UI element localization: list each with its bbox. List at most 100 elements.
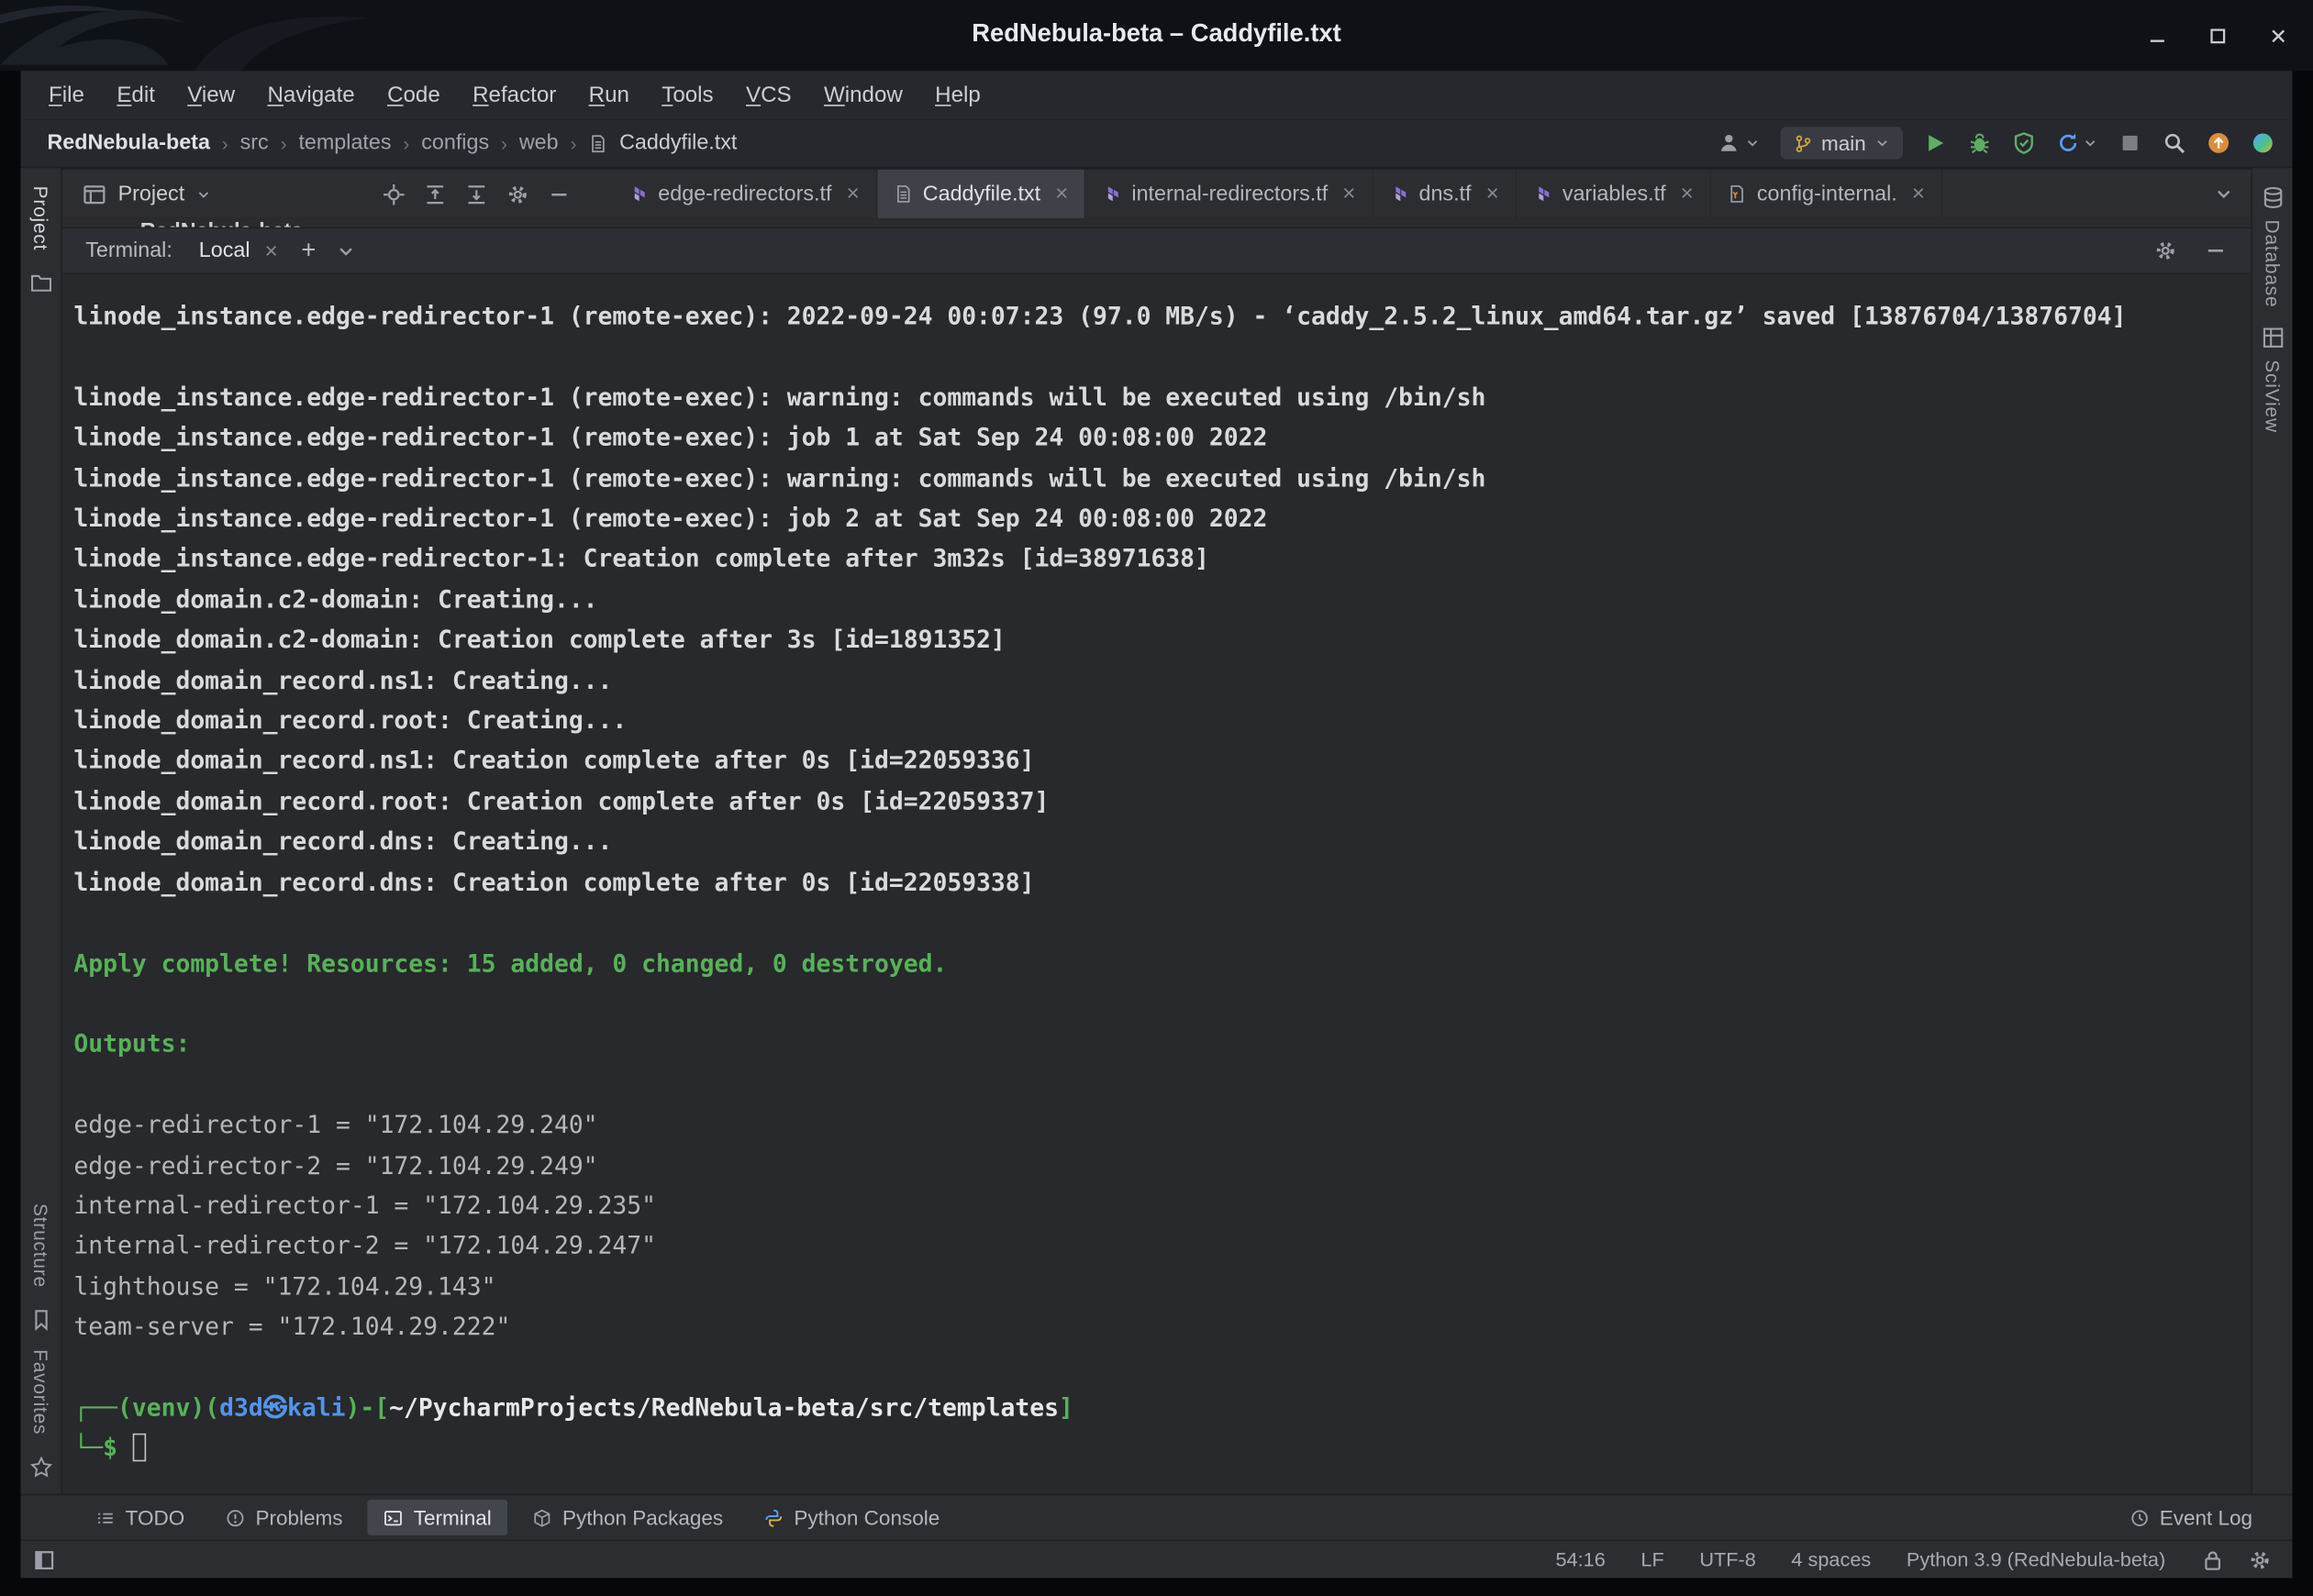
tool-button-problems[interactable]: Problems [210, 1500, 360, 1535]
close-tab-icon[interactable]: × [1912, 182, 1925, 206]
terminal-line: team-server = "172.104.29.222" [73, 1307, 2236, 1347]
toolwindow-database-button[interactable]: Database [2261, 186, 2285, 307]
git-branch-icon [1793, 134, 1812, 153]
editor-tab-caddyfile-txt[interactable]: Caddyfile.txt × [876, 169, 1086, 218]
menu-item-run[interactable]: Run [573, 77, 646, 114]
menu-item-file[interactable]: File [32, 77, 100, 114]
close-terminal-tab-icon[interactable]: × [265, 238, 278, 263]
editor-tab-variables-tf[interactable]: variables.tf × [1517, 169, 1712, 218]
terminal-settings-icon[interactable] [2153, 238, 2177, 262]
terminal-line: linode_instance.edge-redirector-1 (remot… [73, 458, 2236, 498]
tool-button-todo[interactable]: TODO [80, 1500, 201, 1535]
menu-item-vcs[interactable]: VCS [729, 77, 807, 114]
settings-gear-icon[interactable] [506, 183, 530, 206]
run-button[interactable] [1924, 131, 1948, 155]
search-everywhere-icon[interactable] [2163, 131, 2186, 155]
run-with-coverage-button[interactable] [2012, 131, 2036, 155]
caret-position[interactable]: 54:16 [1555, 1548, 1605, 1570]
terraform-file-icon [1102, 184, 1121, 204]
hidden-tabs-widget[interactable] [2214, 170, 2251, 218]
tool-button-python-packages[interactable]: Python Packages [517, 1500, 739, 1535]
hide-panel-icon[interactable] [548, 183, 572, 206]
breadcrumb-file[interactable]: Caddyfile.txt [619, 131, 737, 155]
toolwindow-project-button[interactable]: Project [29, 186, 51, 251]
git-branch-widget[interactable]: main [1780, 127, 1904, 160]
collapse-all-icon[interactable] [465, 183, 489, 206]
close-tab-icon[interactable]: × [847, 182, 860, 206]
menu-item-code[interactable]: Code [371, 77, 456, 114]
project-toolwindow-header[interactable]: Project [62, 170, 223, 218]
code-with-me-icon[interactable] [2251, 131, 2274, 155]
menu-item-help[interactable]: Help [918, 77, 996, 114]
breadcrumb: RedNebula-beta › src › templates › configs › web… [47, 131, 737, 155]
stop-button[interactable] [2118, 131, 2142, 155]
ide-update-icon[interactable] [2207, 131, 2230, 155]
tool-button-python-console[interactable]: Python Console [748, 1500, 955, 1535]
toolwindow-toggle-icon[interactable] [32, 1547, 56, 1571]
new-terminal-session-button[interactable]: + [301, 236, 316, 265]
expand-all-icon[interactable] [424, 183, 448, 206]
bookmark-icon[interactable] [28, 1308, 52, 1332]
terminal-cursor[interactable] [133, 1434, 147, 1462]
editor-tab-edge-redirectors-tf[interactable]: edge-redirectors.tf × [612, 169, 877, 218]
terminal-output[interactable]: linode_instance.edge-redirector-1 (remot… [61, 274, 2252, 1494]
menu-item-navigate[interactable]: Navigate [251, 77, 372, 114]
terminal-options-chevron-icon[interactable] [337, 241, 356, 260]
status-bar-icons [2201, 1547, 2272, 1571]
close-tab-icon[interactable]: × [1486, 182, 1499, 206]
terraform-file-icon [628, 184, 648, 204]
user-account-widget[interactable] [1717, 131, 1760, 155]
editor-tab-dns-tf[interactable]: dns.tf × [1373, 169, 1517, 218]
indent-style[interactable]: 4 spaces [1791, 1548, 1871, 1570]
menu-item-view[interactable]: View [172, 77, 251, 114]
terminal-line: linode_domain_record.root: Creating... [73, 701, 2236, 741]
folder-icon[interactable] [28, 272, 52, 295]
python-interpreter[interactable]: Python 3.9 (RedNebula-beta) [1907, 1548, 2165, 1570]
editor-tab-internal-redirectors-tf[interactable]: internal-redirectors.tf × [1086, 169, 1373, 218]
chevron-down-icon [1744, 136, 1759, 150]
close-tab-icon[interactable]: × [1342, 182, 1355, 206]
breadcrumb-item-src[interactable]: src [240, 131, 269, 155]
terminal-text: linode_domain.c2-domain: Creation comple… [73, 626, 1006, 654]
menu-item-refactor[interactable]: Refactor [456, 77, 573, 114]
editor-tab-config-internal[interactable]: config-internal. × [1711, 169, 1943, 218]
close-tab-icon[interactable]: × [1055, 182, 1068, 206]
toolwindow-structure-button[interactable]: Structure [29, 1203, 51, 1288]
terminal-line: linode_domain_record.ns1: Creating... [73, 660, 2236, 701]
status-bar-widgets: 54:16 LF UTF-8 4 spaces Python 3.9 (RedNebul… [1555, 1548, 2165, 1570]
editor-tab-label: variables.tf [1562, 182, 1666, 206]
terminal-panel-header: Terminal: Local × + [61, 227, 2252, 275]
hide-terminal-icon[interactable] [2204, 238, 2228, 262]
rerun-widget[interactable] [2056, 131, 2097, 155]
file-encoding[interactable]: UTF-8 [1699, 1548, 1755, 1570]
package-icon [533, 1508, 552, 1527]
menu-item-tools[interactable]: Tools [646, 77, 730, 114]
breadcrumb-item-configs[interactable]: configs [421, 131, 489, 155]
close-tab-icon[interactable]: × [1681, 182, 1694, 206]
breadcrumb-project[interactable]: RedNebula-beta [47, 131, 209, 155]
terminal-line: edge-redirector-1 = "172.104.29.240" [73, 1104, 2236, 1145]
terminal-icon [384, 1508, 404, 1527]
minimize-button[interactable] [2146, 25, 2168, 47]
terminal-tab-local[interactable]: Local × [199, 238, 278, 263]
menu-item-edit[interactable]: Edit [101, 77, 172, 114]
star-icon[interactable] [28, 1456, 52, 1480]
notifications-icon[interactable] [2248, 1547, 2272, 1571]
tool-window-bar-right: Event Log [2114, 1500, 2269, 1535]
maximize-button[interactable] [2207, 25, 2229, 47]
toolwindow-project-label: Project [29, 185, 52, 251]
close-button[interactable] [2267, 25, 2289, 47]
terminal-text: Outputs: [73, 1029, 191, 1058]
debug-button[interactable] [1968, 131, 1992, 155]
toolwindow-favorites-button[interactable]: Favorites [29, 1349, 51, 1435]
tool-button-event-log[interactable]: Event Log [2114, 1500, 2269, 1535]
terminal-header-actions [2153, 238, 2227, 262]
breadcrumb-item-templates[interactable]: templates [298, 131, 391, 155]
line-ending[interactable]: LF [1640, 1548, 1663, 1570]
tool-button-terminal[interactable]: Terminal [367, 1500, 508, 1535]
readonly-lock-icon[interactable] [2201, 1547, 2225, 1571]
toolwindow-sciview-button[interactable]: SciView [2261, 326, 2285, 432]
breadcrumb-item-web[interactable]: web [519, 131, 559, 155]
locate-file-icon[interactable] [383, 183, 406, 206]
menu-item-window[interactable]: Window [807, 77, 918, 114]
